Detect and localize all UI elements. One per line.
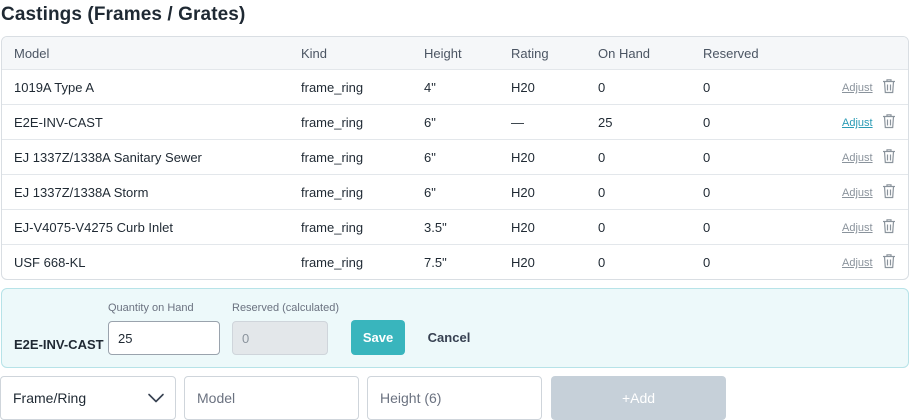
page-title: Castings (Frames / Grates) (1, 4, 246, 25)
reserved-calculated-input (232, 321, 328, 355)
cell-kind: frame_ring (301, 115, 364, 130)
cell-kind: frame_ring (301, 150, 364, 165)
adjust-link[interactable]: Adjust (842, 187, 873, 199)
cell-on-hand: 0 (598, 185, 606, 200)
cell-on-hand: 0 (598, 220, 606, 235)
cell-reserved: 0 (703, 115, 711, 130)
cell-model: EJ 1337Z/1338A Sanitary Sewer (14, 150, 202, 165)
selected-model-label: E2E-INV-CAST (14, 337, 104, 352)
cell-height: 6" (424, 115, 436, 130)
height-input[interactable] (367, 376, 542, 420)
cell-height: 6" (424, 150, 436, 165)
cell-reserved: 0 (703, 150, 711, 165)
kind-select-value: Frame/Ring (13, 390, 87, 406)
trash-icon[interactable] (882, 253, 896, 269)
table-row: EJ 1337Z/1338A Storm frame_ring 6" H20 0… (2, 175, 908, 210)
trash-icon[interactable] (882, 78, 896, 94)
cell-on-hand: 25 (598, 115, 613, 130)
table-row: USF 668-KL frame_ring 7.5" H20 0 0 Adjus… (2, 245, 908, 279)
table-row: E2E-INV-CAST frame_ring 6" — 25 0 Adjust (2, 105, 908, 140)
cell-reserved: 0 (703, 80, 711, 95)
adjust-link[interactable]: Adjust (842, 257, 873, 269)
cell-on-hand: 0 (598, 80, 606, 95)
cell-on-hand: 0 (598, 150, 606, 165)
trash-icon[interactable] (882, 148, 896, 164)
cell-reserved: 0 (703, 185, 711, 200)
column-header-rating: Rating (511, 46, 549, 61)
reserved-label: Reserved (calculated) (232, 302, 339, 314)
trash-icon[interactable] (882, 113, 896, 129)
castings-table: Model Kind Height Rating On Hand Reserve… (1, 36, 909, 280)
add-button[interactable]: +Add (551, 376, 726, 420)
column-header-reserved: Reserved (703, 46, 759, 61)
cell-rating: H20 (511, 255, 535, 270)
cell-model: 1019A Type A (14, 80, 94, 95)
cell-height: 3.5" (424, 220, 447, 235)
quantity-label: Quantity on Hand (108, 302, 194, 314)
column-header-model: Model (14, 46, 50, 61)
cancel-button[interactable]: Cancel (422, 320, 476, 355)
cell-rating: H20 (511, 80, 535, 95)
trash-icon[interactable] (882, 183, 896, 199)
plus-icon: + (621, 390, 631, 406)
adjust-link[interactable]: Adjust (842, 82, 873, 94)
cell-reserved: 0 (703, 255, 711, 270)
model-input[interactable] (184, 376, 359, 420)
cell-rating: H20 (511, 220, 535, 235)
cell-rating: H20 (511, 150, 535, 165)
cell-height: 6" (424, 185, 436, 200)
column-header-on-hand: On Hand (598, 46, 651, 61)
column-header-kind: Kind (301, 46, 328, 61)
add-casting-form: Frame/Ring +Add (0, 376, 910, 420)
cell-kind: frame_ring (301, 220, 364, 235)
adjust-link[interactable]: Adjust (842, 222, 873, 234)
adjust-link[interactable]: Adjust (842, 117, 873, 129)
cell-model: E2E-INV-CAST (14, 115, 103, 130)
trash-icon[interactable] (882, 218, 896, 234)
adjust-panel: E2E-INV-CAST Quantity on Hand Reserved (… (1, 288, 909, 368)
cell-reserved: 0 (703, 220, 711, 235)
cell-on-hand: 0 (598, 255, 606, 270)
table-row: EJ-V4075-V4275 Curb Inlet frame_ring 3.5… (2, 210, 908, 245)
chevron-down-icon (147, 392, 165, 404)
cell-rating: H20 (511, 185, 535, 200)
table-row: 1019A Type A frame_ring 4" H20 0 0 Adjus… (2, 70, 908, 105)
quantity-on-hand-input[interactable] (108, 321, 220, 355)
add-button-label: Add (630, 390, 656, 406)
adjust-link[interactable]: Adjust (842, 152, 873, 164)
cell-kind: frame_ring (301, 185, 364, 200)
table-header: Model Kind Height Rating On Hand Reserve… (2, 37, 908, 70)
cell-kind: frame_ring (301, 255, 364, 270)
kind-select[interactable]: Frame/Ring (0, 376, 176, 420)
table-row: EJ 1337Z/1338A Sanitary Sewer frame_ring… (2, 140, 908, 175)
cell-height: 4" (424, 80, 436, 95)
cell-height: 7.5" (424, 255, 447, 270)
cell-model: EJ-V4075-V4275 Curb Inlet (14, 220, 173, 235)
cell-model: EJ 1337Z/1338A Storm (14, 185, 149, 200)
cell-rating: — (511, 115, 524, 130)
column-header-height: Height (424, 46, 462, 61)
save-button[interactable]: Save (351, 320, 405, 355)
cell-model: USF 668-KL (14, 255, 86, 270)
cell-kind: frame_ring (301, 80, 364, 95)
